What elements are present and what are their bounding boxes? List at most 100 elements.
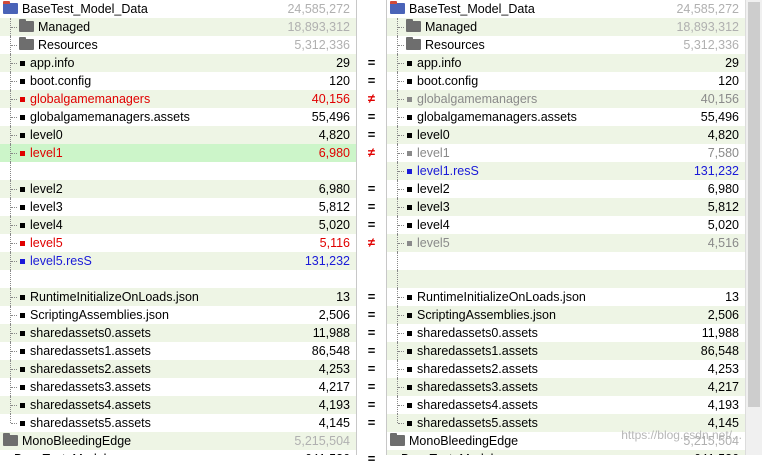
item-name: boot.config	[417, 74, 479, 88]
file-row[interactable]: ScriptingAssemblies.json 2,506	[0, 306, 356, 324]
item-name: boot.config	[30, 74, 92, 88]
tree-connector	[11, 45, 17, 46]
equal-marker: =	[367, 73, 376, 88]
file-row[interactable]: sharedassets0.assets 11,988	[387, 324, 745, 342]
tree-connector	[11, 189, 17, 190]
file-row[interactable]: sharedassets2.assets 4,253	[387, 360, 745, 378]
tree-connector	[398, 153, 404, 154]
not-equal-marker: ≠	[367, 235, 376, 250]
file-row[interactable]: sharedassets5.assets 4,145	[0, 414, 356, 432]
file-row[interactable]: app.info 29	[0, 54, 356, 72]
item-size: 55,496	[311, 110, 350, 124]
folder-row[interactable]: Managed 18,893,312	[0, 18, 356, 36]
right-folder-pane[interactable]: BaseTest_Model_Data 24,585,272 Managed 18,8…	[387, 0, 745, 455]
item-name: level4	[30, 218, 63, 232]
item-size: 5,812	[707, 200, 739, 214]
file-row[interactable]: level2 6,980	[387, 180, 745, 198]
file-row[interactable]: sharedassets4.assets 4,193	[0, 396, 356, 414]
file-icon	[20, 331, 25, 336]
file-row[interactable]: level4 5,020	[387, 216, 745, 234]
file-row[interactable]: level5.resS 131,232	[0, 252, 356, 270]
file-row[interactable]: level1.resS 131,232	[387, 162, 745, 180]
tree-connector	[11, 333, 17, 334]
scrollbar-thumb[interactable]	[748, 2, 760, 407]
file-row[interactable]: RuntimeInitializeOnLoads.json 13	[0, 288, 356, 306]
tree-guide-line	[397, 252, 405, 270]
file-row[interactable]: level0 4,820	[0, 126, 356, 144]
item-size: 40,156	[700, 92, 739, 106]
folder-row[interactable]: MonoBleedingEdge 5,215,504	[0, 432, 356, 450]
tree-connector	[11, 243, 17, 244]
file-row[interactable]: level4 5,020	[0, 216, 356, 234]
file-row[interactable]: level2 6,980	[0, 180, 356, 198]
tree-connector	[398, 387, 404, 388]
file-icon	[20, 241, 25, 246]
file-row[interactable]: sharedassets2.assets 4,253	[0, 360, 356, 378]
folder-row[interactable]: BaseTest_Model_Data 24,585,272	[387, 0, 745, 18]
folder-row[interactable]: Resources 5,312,336	[387, 36, 745, 54]
item-name: sharedassets0.assets	[417, 326, 538, 340]
not-equal-marker: ≠	[367, 145, 376, 160]
file-row[interactable]: globalgamemanagers.assets 55,496	[0, 108, 356, 126]
tree-connector	[398, 63, 404, 64]
file-row[interactable]: globalgamemanagers 40,156	[0, 90, 356, 108]
item-name: ScriptingAssemblies.json	[417, 308, 556, 322]
file-icon	[407, 79, 412, 84]
tree-connector	[11, 99, 17, 100]
item-size: 120	[718, 74, 739, 88]
file-row[interactable]: level3 5,812	[387, 198, 745, 216]
file-icon	[20, 79, 25, 84]
tree-connector	[398, 423, 404, 424]
item-size: 11,988	[701, 326, 739, 340]
folder-row[interactable]: Managed 18,893,312	[387, 18, 745, 36]
file-row[interactable]: sharedassets3.assets 4,217	[387, 378, 745, 396]
tree-connector	[398, 99, 404, 100]
file-row[interactable]: level1 7,580	[387, 144, 745, 162]
file-row[interactable]: BaseTest_Model.exe 641,536	[0, 450, 356, 455]
file-row[interactable]: app.info 29	[387, 54, 745, 72]
folder-row[interactable]: BaseTest_Model_Data 24,585,272	[0, 0, 356, 18]
item-size: 641,536	[694, 450, 739, 455]
file-row[interactable]: boot.config 120	[387, 72, 745, 90]
folder-icon	[19, 37, 34, 50]
item-name: globalgamemanagers.assets	[30, 110, 190, 124]
item-name: globalgamemanagers.assets	[417, 110, 577, 124]
item-size: 4,820	[318, 128, 350, 142]
file-row[interactable]: globalgamemanagers 40,156	[387, 90, 745, 108]
file-icon	[407, 313, 412, 318]
file-row[interactable]: sharedassets1.assets 86,548	[387, 342, 745, 360]
tree-connector	[398, 171, 404, 172]
file-row[interactable]: level5 4,516	[387, 234, 745, 252]
item-size: 11,988	[312, 326, 350, 340]
folder-icon	[406, 19, 421, 32]
file-row[interactable]: level5 5,116	[0, 234, 356, 252]
vertical-scrollbar[interactable]	[745, 0, 762, 455]
tree-connector	[11, 207, 17, 208]
file-row[interactable]: sharedassets0.assets 11,988	[0, 324, 356, 342]
file-row[interactable]: ScriptingAssemblies.json 2,506	[387, 306, 745, 324]
item-size: 4,516	[707, 236, 739, 250]
folder-row[interactable]: Resources 5,312,336	[0, 36, 356, 54]
equal-marker: =	[367, 415, 376, 430]
left-folder-pane[interactable]: BaseTest_Model_Data 24,585,272 Managed 18,8…	[0, 0, 356, 455]
file-row[interactable]: RuntimeInitializeOnLoads.json 13	[387, 288, 745, 306]
file-row[interactable]: globalgamemanagers.assets 55,496	[387, 108, 745, 126]
item-size: 24,585,272	[287, 2, 350, 16]
file-row[interactable]: sharedassets1.assets 86,548	[0, 342, 356, 360]
item-size: 4,217	[318, 380, 350, 394]
file-row[interactable]: level0 4,820	[387, 126, 745, 144]
file-row[interactable]: BaseTest_Model.exe 641,536	[387, 450, 745, 455]
tree-connector	[11, 423, 17, 424]
file-row[interactable]: level3 5,812	[0, 198, 356, 216]
file-row[interactable]: level1 6,980	[0, 144, 356, 162]
file-icon	[407, 97, 412, 102]
item-name: ScriptingAssemblies.json	[30, 308, 169, 322]
tree-guide-line	[10, 414, 18, 423]
tree-connector	[11, 351, 17, 352]
equal-marker: =	[367, 397, 376, 412]
file-row[interactable]: sharedassets4.assets 4,193	[387, 396, 745, 414]
file-row[interactable]: sharedassets3.assets 4,217	[0, 378, 356, 396]
item-size: 86,548	[311, 344, 350, 358]
file-row[interactable]: boot.config 120	[0, 72, 356, 90]
file-icon	[20, 367, 25, 372]
